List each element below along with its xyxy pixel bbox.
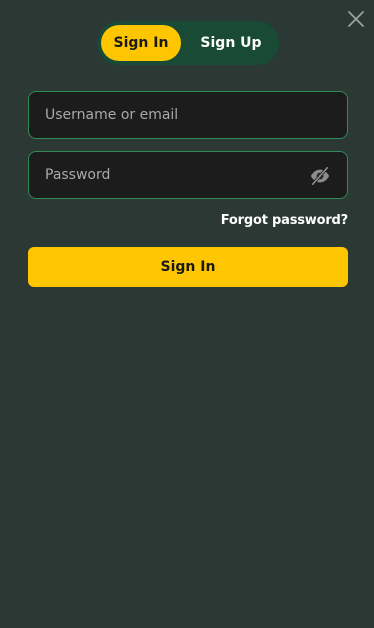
eye-off-icon [310,166,330,186]
close-button[interactable] [347,10,365,28]
tab-sign-in[interactable]: Sign In [101,25,181,61]
username-input[interactable] [45,92,295,138]
password-input[interactable] [45,152,295,198]
close-icon [348,11,364,27]
sign-in-button[interactable]: Sign In [28,247,348,287]
forgot-password-link[interactable]: Forgot password? [221,213,348,228]
toggle-password-visibility-button[interactable] [309,165,331,187]
username-field-container [28,91,348,139]
auth-mode-toggle: Sign In Sign Up [97,21,279,65]
tab-sign-up[interactable]: Sign Up [189,25,273,61]
password-field-container [28,151,348,199]
